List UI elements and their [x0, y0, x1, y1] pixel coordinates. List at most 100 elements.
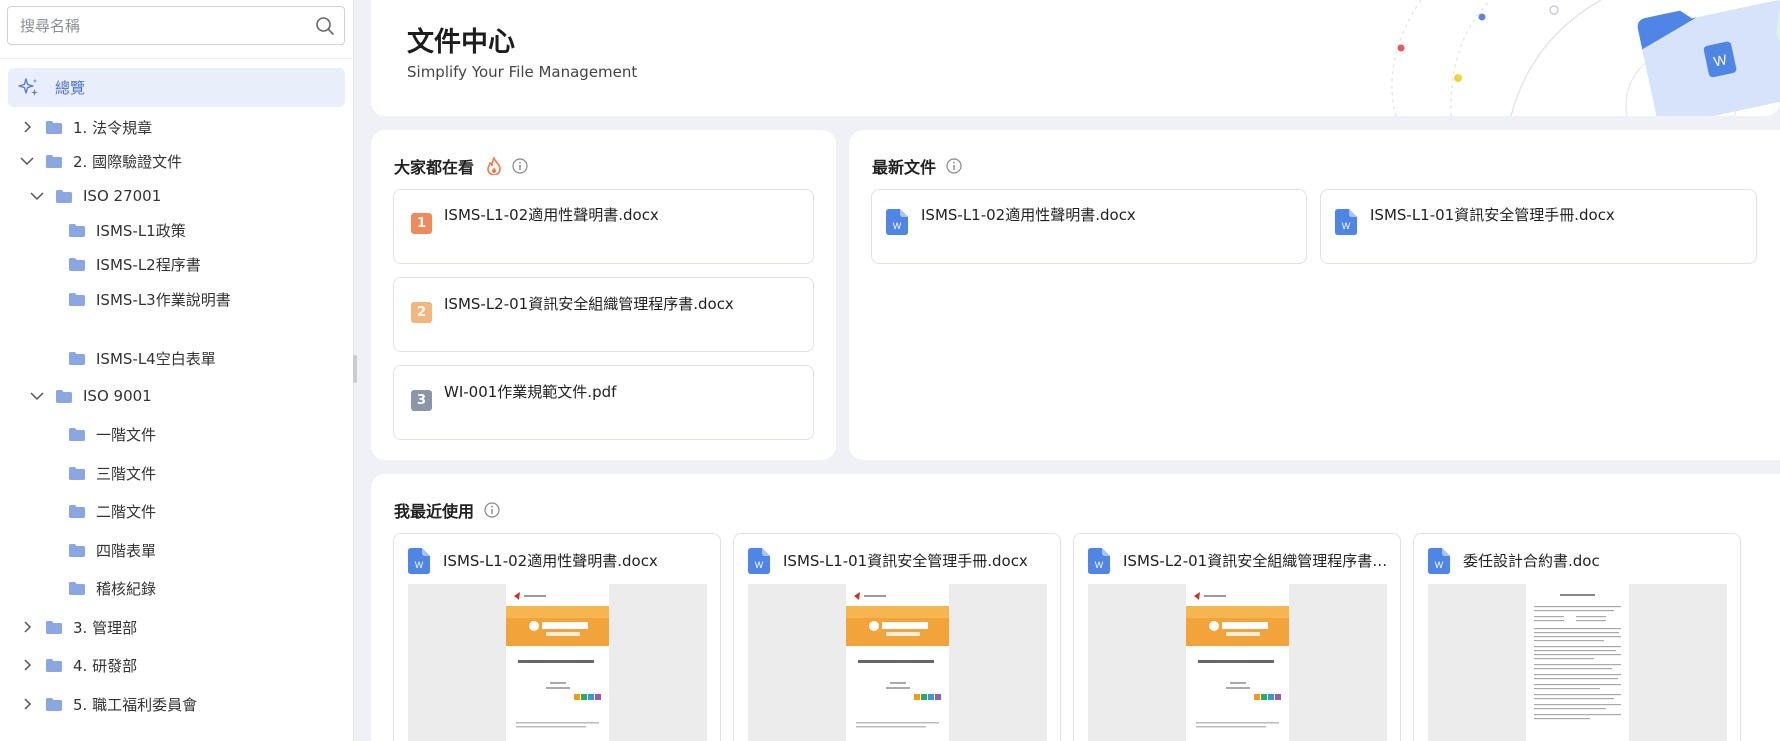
search-icon[interactable]: [306, 7, 344, 45]
chevron-right-icon[interactable]: [18, 695, 36, 713]
tree-item-intl-cert[interactable]: 2. 國際驗證文件: [18, 145, 182, 177]
folder-icon: [69, 351, 85, 365]
tree-item-welfare[interactable]: 5. 職工福利委員會: [18, 688, 197, 720]
tree-item-isms-l2[interactable]: ISMS-L2程序書: [69, 248, 201, 280]
page-title: 文件中心: [407, 27, 515, 58]
tree-item-label: 1. 法令規章: [73, 118, 153, 137]
folder-icon: [46, 120, 62, 134]
tree-item-label: 5. 職工福利委員會: [73, 695, 198, 714]
chevron-down-icon[interactable]: [18, 152, 36, 170]
chevron-down-icon[interactable]: [28, 187, 46, 205]
recent-section: 我最近使用 W ISMS-L1-02適用性聲明書.docx W ISMS-L1-…: [371, 474, 1780, 741]
word-file-icon: W: [1335, 209, 1357, 235]
chevron-down-icon[interactable]: [28, 387, 46, 405]
file-illustration: W X A: [1391, 0, 1780, 116]
info-icon[interactable]: [512, 158, 528, 174]
folder-icon: [46, 658, 62, 672]
fire-icon: [486, 157, 502, 175]
latest-file-item[interactable]: W ISMS-L1-02適用性聲明書.docx: [871, 189, 1307, 264]
recent-file-card[interactable]: W ISMS-L2-01資訊安全組織管理程序書.docx: [1073, 533, 1401, 741]
document-thumbnail: [1186, 592, 1289, 728]
file-preview: [1428, 584, 1727, 741]
svg-text:W: W: [1435, 560, 1444, 570]
chevron-right-icon[interactable]: [18, 118, 36, 136]
tree-item-label: ISMS-L2程序書: [96, 255, 201, 274]
tree-item-level4[interactable]: 四階表單: [69, 534, 156, 566]
tree-item-level2[interactable]: 二階文件: [69, 495, 156, 527]
search-input[interactable]: [8, 7, 306, 44]
recent-file-card[interactable]: W 委任設計合約書.doc: [1413, 533, 1741, 741]
chevron-right-icon[interactable]: [18, 618, 36, 636]
recent-file-card[interactable]: W ISMS-L1-02適用性聲明書.docx: [393, 533, 721, 741]
folder-icon: [56, 389, 72, 403]
file-name: ISMS-L1-01資訊安全管理手冊.docx: [1370, 206, 1615, 224]
tree-item-level1[interactable]: 一階文件: [69, 418, 156, 450]
folder-icon: [56, 189, 72, 203]
tree-item-label: 3. 管理部: [73, 618, 138, 637]
folder-icon: [69, 581, 85, 595]
tree-item-level3[interactable]: 三階文件: [69, 457, 156, 489]
word-file-icon: W: [1088, 548, 1110, 574]
sidebar-item-label: 總覽: [55, 79, 86, 97]
recent-file-card[interactable]: W ISMS-L1-01資訊安全管理手冊.docx: [733, 533, 1061, 741]
tree-item-label: ISMS-L4空白表單: [96, 349, 216, 368]
popular-title: 大家都在看: [394, 154, 528, 178]
word-file-icon: W: [1428, 548, 1450, 574]
word-file-icon: W: [886, 209, 908, 235]
tree-item-isms-l1[interactable]: ISMS-L1政策: [69, 214, 186, 246]
sidebar-item-overview[interactable]: 總覽: [8, 68, 345, 107]
tree-item-isms-l3[interactable]: ISMS-L3作業說明書: [69, 283, 231, 315]
file-name: WI-001作業規範文件.pdf: [444, 383, 617, 401]
popular-section: 大家都在看 1 ISMS-L1-02適用性聲明書.docx 2 ISMS-L2-…: [371, 130, 836, 460]
header-banner: 文件中心 Simplify Your File Management W X: [371, 0, 1780, 116]
search-box[interactable]: [7, 6, 345, 45]
recent-title-text: 我最近使用: [394, 502, 475, 521]
folder-icon: [46, 697, 62, 711]
svg-text:W: W: [415, 560, 424, 570]
info-icon[interactable]: [946, 158, 962, 174]
info-icon[interactable]: [484, 502, 500, 518]
file-name: ISMS-L1-01資訊安全管理手冊.docx: [783, 552, 1028, 570]
document-thumbnail: [1534, 594, 1621, 720]
tree-item-admin[interactable]: 3. 管理部: [18, 611, 137, 643]
tree-item-label: 二階文件: [96, 502, 157, 521]
tree-item-isms-l4[interactable]: ISMS-L4空白表單: [69, 342, 216, 374]
sparkle-icon: [17, 76, 41, 100]
tree-item-label: ISO 9001: [83, 387, 152, 405]
sidebar-resize-handle[interactable]: [353, 355, 357, 383]
document-thumbnail: [846, 592, 949, 728]
folder-icon: [69, 543, 85, 557]
tree-item-iso9001[interactable]: ISO 9001: [28, 380, 152, 412]
file-preview: [748, 584, 1047, 741]
svg-text:W: W: [893, 221, 902, 231]
folder-icon: [69, 427, 85, 441]
popular-file-item[interactable]: 1 ISMS-L1-02適用性聲明書.docx: [393, 189, 814, 264]
tree-item-label: 三階文件: [96, 464, 157, 483]
tree-item-audit[interactable]: 稽核紀錄: [69, 572, 156, 604]
file-name: ISMS-L2-01資訊安全組織管理程序書.docx: [444, 295, 734, 313]
tree-item-label: 2. 國際驗證文件: [73, 152, 183, 171]
tree-item-rd[interactable]: 4. 研發部: [18, 649, 137, 681]
word-file-icon: W: [408, 548, 430, 574]
file-name: ISMS-L1-02適用性聲明書.docx: [444, 206, 659, 224]
svg-text:W: W: [1342, 221, 1351, 231]
latest-title-text: 最新文件: [872, 158, 937, 177]
document-thumbnail: [506, 592, 609, 728]
page-subtitle: Simplify Your File Management: [407, 63, 638, 81]
chevron-right-icon[interactable]: [18, 656, 36, 674]
sidebar: 總覽 1. 法令規章 2. 國際驗證文件 ISO 27001 ISMS-L1政策…: [0, 0, 357, 741]
tree-item-label: ISO 27001: [83, 187, 162, 205]
latest-title: 最新文件: [872, 154, 962, 178]
svg-text:W: W: [1095, 560, 1104, 570]
recent-title: 我最近使用: [394, 498, 500, 522]
popular-file-item[interactable]: 3 WI-001作業規範文件.pdf: [393, 365, 814, 440]
tree-item-legal[interactable]: 1. 法令規章: [18, 111, 152, 143]
folder-icon: [69, 292, 85, 306]
tree-item-label: 稽核紀錄: [96, 579, 157, 598]
popular-file-item[interactable]: 2 ISMS-L2-01資訊安全組織管理程序書.docx: [393, 277, 814, 352]
latest-file-item[interactable]: W ISMS-L1-01資訊安全管理手冊.docx: [1320, 189, 1757, 264]
folder-icon: [46, 154, 62, 168]
tree-item-label: 4. 研發部: [73, 656, 138, 675]
tree-item-iso27001[interactable]: ISO 27001: [28, 180, 161, 212]
file-name: ISMS-L2-01資訊安全組織管理程序書.docx: [1123, 552, 1391, 570]
